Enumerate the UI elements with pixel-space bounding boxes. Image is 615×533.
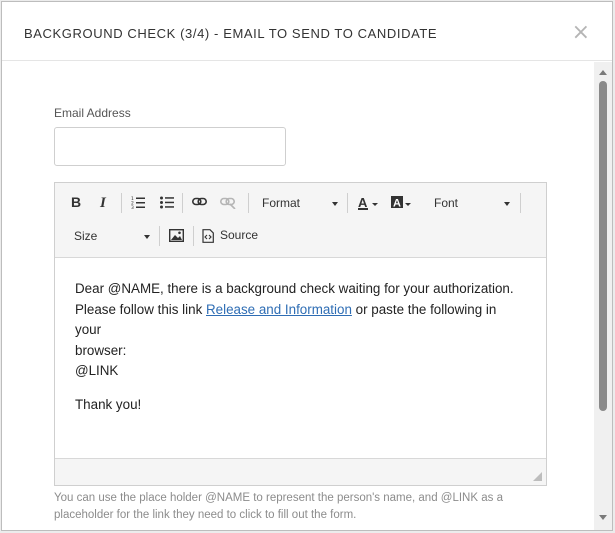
svg-text:A: A — [393, 198, 401, 210]
vertical-scrollbar[interactable] — [594, 62, 612, 530]
email-address-label: Email Address — [54, 106, 131, 120]
editor-text: Please follow this link — [75, 301, 206, 317]
image-icon[interactable] — [169, 229, 184, 242]
email-address-input[interactable] — [54, 127, 286, 166]
svg-text:B: B — [71, 195, 81, 209]
scroll-up-arrow-icon[interactable] — [599, 70, 607, 75]
release-information-link[interactable]: Release and Information — [206, 302, 352, 317]
source-label: Source — [220, 228, 259, 242]
bold-icon[interactable]: B — [71, 195, 83, 209]
font-dropdown[interactable]: Font — [434, 196, 514, 212]
background-color-icon[interactable]: A — [391, 195, 413, 211]
toolbar-divider — [347, 193, 348, 213]
resize-handle-icon[interactable] — [533, 472, 542, 481]
unlink-icon[interactable] — [220, 197, 236, 209]
font-dropdown-label: Font — [434, 196, 459, 210]
scroll-down-arrow-icon[interactable] — [599, 515, 607, 520]
editor-toolbar: B I 1 2 3 Format A A Font Size Source — [55, 183, 546, 258]
toolbar-divider — [248, 193, 249, 213]
bulleted-list-icon[interactable] — [160, 196, 174, 209]
chevron-down-icon — [332, 202, 338, 206]
format-dropdown-label: Format — [262, 196, 301, 210]
editor-statusbar — [55, 458, 546, 485]
editor-content[interactable]: Dear @NAME, there is a background check … — [55, 259, 546, 459]
format-dropdown[interactable]: Format — [262, 196, 342, 212]
size-dropdown-label: Size — [74, 229, 98, 243]
editor-line: browser: — [75, 342, 127, 358]
svg-text:3: 3 — [131, 205, 134, 209]
italic-icon[interactable]: I — [99, 195, 109, 209]
toolbar-divider — [121, 193, 122, 213]
toolbar-divider — [159, 226, 160, 246]
editor-line: Thank you! — [75, 396, 142, 412]
text-color-icon[interactable]: A — [358, 195, 380, 211]
email-dialog: BACKGROUND CHECK (3/4) - EMAIL TO SEND T… — [1, 1, 613, 531]
help-text: You can use the place holder @NAME to re… — [54, 492, 503, 521]
dialog-header: BACKGROUND CHECK (3/4) - EMAIL TO SEND T… — [2, 2, 612, 61]
editor-line: @LINK — [75, 363, 119, 378]
toolbar-divider — [520, 193, 521, 213]
chevron-down-icon — [504, 202, 510, 206]
dialog-body: Email Address B I 1 2 3 Format A A Font … — [2, 62, 612, 530]
rich-text-editor: B I 1 2 3 Format A A Font Size Source De… — [54, 182, 547, 486]
ordered-list-icon[interactable]: 1 2 3 — [131, 196, 145, 209]
dialog-title: BACKGROUND CHECK (3/4) - EMAIL TO SEND T… — [24, 26, 438, 41]
toolbar-divider — [182, 193, 183, 213]
size-dropdown[interactable]: Size — [74, 229, 152, 245]
svg-text:I: I — [99, 195, 107, 209]
editor-line: Dear @NAME, there is a background check … — [75, 281, 514, 296]
source-button[interactable]: Source — [202, 228, 272, 244]
scroll-thumb[interactable] — [599, 81, 607, 411]
link-icon[interactable] — [192, 197, 207, 207]
svg-text:A: A — [358, 195, 368, 210]
editor-line: Please follow this link Release and Info… — [75, 300, 526, 341]
close-button[interactable]: × — [572, 22, 590, 44]
chevron-down-icon — [144, 235, 150, 239]
toolbar-divider — [193, 226, 194, 246]
